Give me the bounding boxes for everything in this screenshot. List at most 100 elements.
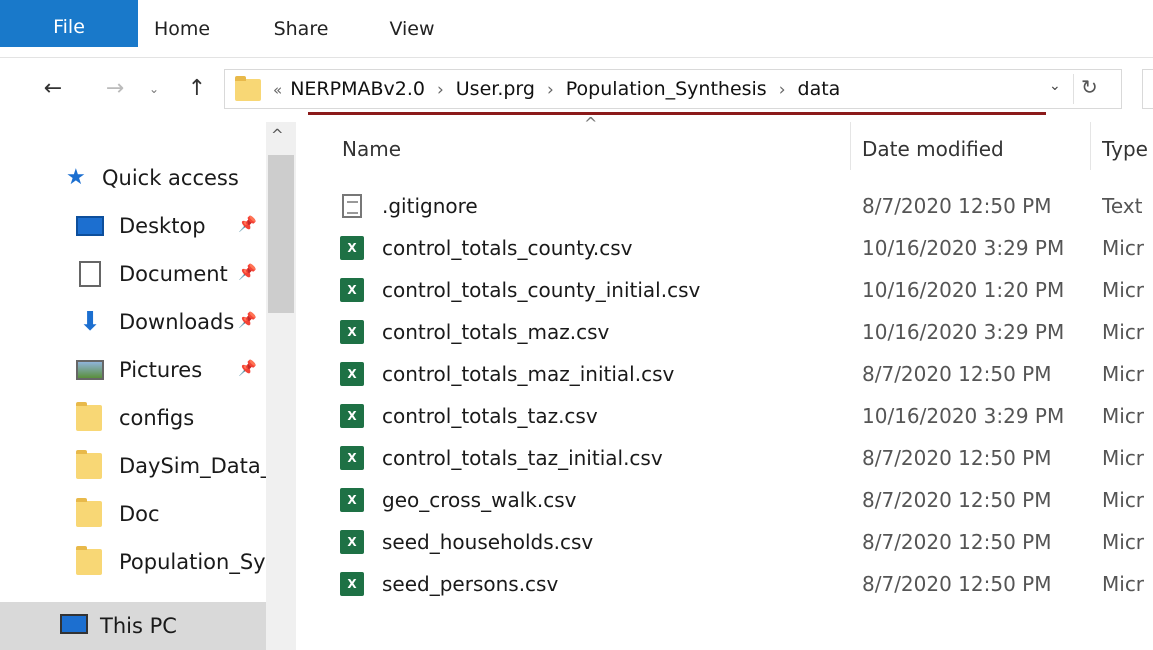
- file-name: control_totals_maz_initial.csv: [382, 362, 675, 386]
- breadcrumb-separator[interactable]: ›: [547, 80, 554, 100]
- file-name: control_totals_taz_initial.csv: [382, 446, 663, 470]
- file-row[interactable]: X geo_cross_walk.csv 8/7/2020 12:50 PM M…: [330, 480, 1153, 520]
- nav-label: Desktop: [119, 214, 206, 238]
- pin-icon[interactable]: 📌: [238, 311, 257, 329]
- file-row[interactable]: X control_totals_county.csv 10/16/2020 3…: [330, 228, 1153, 268]
- file-date: 8/7/2020 12:50 PM: [862, 362, 1052, 386]
- file-date: 8/7/2020 12:50 PM: [862, 194, 1052, 218]
- breadcrumb-item[interactable]: NERPMABv2.0: [290, 78, 425, 100]
- nav-item-this-pc-row: This PC: [60, 604, 260, 648]
- file-name: control_totals_maz.csv: [382, 320, 610, 344]
- file-type: Micr: [1102, 236, 1145, 260]
- address-bar[interactable]: « NERPMABv2.0 › User.prg › Population_Synthes…: [224, 69, 1122, 109]
- nav-label: Population_Sy: [119, 550, 266, 574]
- file-date: 10/16/2020 3:29 PM: [862, 236, 1065, 260]
- file-date: 8/7/2020 12:50 PM: [862, 488, 1052, 512]
- excel-csv-icon: X: [340, 488, 364, 512]
- pin-icon[interactable]: 📌: [238, 263, 257, 281]
- breadcrumb-item[interactable]: User.prg: [456, 78, 535, 100]
- file-date: 10/16/2020 1:20 PM: [862, 278, 1065, 302]
- tab-home[interactable]: Home: [152, 10, 212, 48]
- file-row[interactable]: X control_totals_taz_initial.csv 8/7/202…: [330, 438, 1153, 478]
- file-name: seed_persons.csv: [382, 572, 559, 596]
- downloads-icon: ⬇: [79, 307, 101, 337]
- file-name: control_totals_county.csv: [382, 236, 633, 260]
- nav-quick-access[interactable]: ★ Quick access: [66, 156, 266, 200]
- folder-icon: [235, 76, 261, 101]
- file-date: 10/16/2020 3:29 PM: [862, 320, 1065, 344]
- file-type: Micr: [1102, 278, 1145, 302]
- folder-icon: [76, 450, 102, 479]
- excel-csv-icon: X: [340, 362, 364, 386]
- file-row[interactable]: X control_totals_maz_initial.csv 8/7/202…: [330, 354, 1153, 394]
- file-type: Micr: [1102, 530, 1145, 554]
- file-type: Micr: [1102, 572, 1145, 596]
- recent-locations-chevron-icon[interactable]: ⌄: [146, 72, 162, 106]
- file-name: control_totals_county_initial.csv: [382, 278, 701, 302]
- tab-share[interactable]: Share: [271, 10, 331, 48]
- nav-item-configs[interactable]: configs: [76, 396, 266, 440]
- nav-label: Doc: [119, 502, 160, 526]
- navigation-bar: ← → ⌄ ↑ « NERPMABv2.0 › User.prg › Population…: [0, 58, 1153, 120]
- back-arrow-icon[interactable]: ←: [36, 72, 70, 106]
- breadcrumb-item[interactable]: Population_Synthesis: [566, 78, 767, 100]
- scrollbar-thumb[interactable]: [268, 155, 294, 313]
- computer-icon: [60, 614, 88, 634]
- nav-label: configs: [119, 406, 195, 430]
- breadcrumb-separator[interactable]: ›: [437, 80, 444, 100]
- folder-icon: [76, 546, 102, 575]
- breadcrumb: « NERPMABv2.0 › User.prg › Population_Synthes…: [273, 70, 840, 108]
- column-header-name[interactable]: Name: [342, 122, 842, 176]
- scroll-up-arrow-icon[interactable]: ^: [271, 126, 284, 144]
- file-type: Text: [1102, 194, 1143, 218]
- file-row[interactable]: X seed_persons.csv 8/7/2020 12:50 PM Mic…: [330, 564, 1153, 604]
- nav-label: Document: [119, 262, 228, 286]
- refresh-icon[interactable]: ↻: [1081, 75, 1098, 99]
- breadcrumb-overflow[interactable]: «: [273, 81, 282, 99]
- file-name: geo_cross_walk.csv: [382, 488, 577, 512]
- pin-icon[interactable]: 📌: [238, 215, 257, 233]
- breadcrumb-item[interactable]: data: [798, 78, 841, 100]
- nav-item-daysim-data[interactable]: DaySim_Data_: [76, 444, 266, 488]
- column-divider[interactable]: [850, 122, 851, 170]
- column-header-date-modified[interactable]: Date modified: [862, 122, 1082, 176]
- excel-csv-icon: X: [340, 530, 364, 554]
- excel-csv-icon: X: [340, 572, 364, 596]
- breadcrumb-separator[interactable]: ›: [779, 80, 786, 100]
- file-type: Micr: [1102, 320, 1145, 344]
- file-date: 10/16/2020 3:29 PM: [862, 404, 1065, 428]
- up-arrow-icon[interactable]: ↑: [180, 72, 214, 106]
- folder-icon: [76, 402, 102, 431]
- column-divider[interactable]: [1090, 122, 1091, 170]
- file-row[interactable]: X control_totals_county_initial.csv 10/1…: [330, 270, 1153, 310]
- ribbon: File Home Share View: [0, 0, 1153, 58]
- file-row[interactable]: X control_totals_taz.csv 10/16/2020 3:29…: [330, 396, 1153, 436]
- column-header-type[interactable]: Type: [1102, 122, 1153, 176]
- file-date: 8/7/2020 12:50 PM: [862, 446, 1052, 470]
- file-row[interactable]: X seed_households.csv 8/7/2020 12:50 PM …: [330, 522, 1153, 562]
- folder-icon: [76, 498, 102, 527]
- divider: [1073, 74, 1074, 104]
- excel-csv-icon: X: [340, 278, 364, 302]
- pin-icon[interactable]: 📌: [238, 359, 257, 377]
- file-row[interactable]: .gitignore 8/7/2020 12:50 PM Text: [330, 186, 1153, 226]
- nav-item-doc[interactable]: Doc: [76, 492, 266, 536]
- tab-view[interactable]: View: [386, 10, 438, 48]
- search-box[interactable]: [1142, 69, 1153, 109]
- file-row[interactable]: X control_totals_maz.csv 10/16/2020 3:29…: [330, 312, 1153, 352]
- file-name: .gitignore: [382, 194, 478, 218]
- text-file-icon: [342, 194, 362, 218]
- underline-annotation: [308, 112, 1046, 115]
- nav-item-this-pc[interactable]: This PC: [0, 602, 266, 650]
- nav-item-population-synthesis[interactable]: Population_Sy: [76, 540, 266, 584]
- documents-icon: [79, 261, 101, 287]
- tab-file[interactable]: File: [0, 0, 138, 47]
- chevron-down-icon[interactable]: ⌄: [1049, 78, 1061, 94]
- forward-arrow-icon[interactable]: →: [100, 72, 130, 106]
- desktop-icon: [76, 216, 104, 236]
- file-type: Micr: [1102, 362, 1145, 386]
- pictures-icon: [76, 360, 104, 380]
- file-name: control_totals_taz.csv: [382, 404, 598, 428]
- nav-label: Downloads: [119, 310, 235, 334]
- excel-csv-icon: X: [340, 236, 364, 260]
